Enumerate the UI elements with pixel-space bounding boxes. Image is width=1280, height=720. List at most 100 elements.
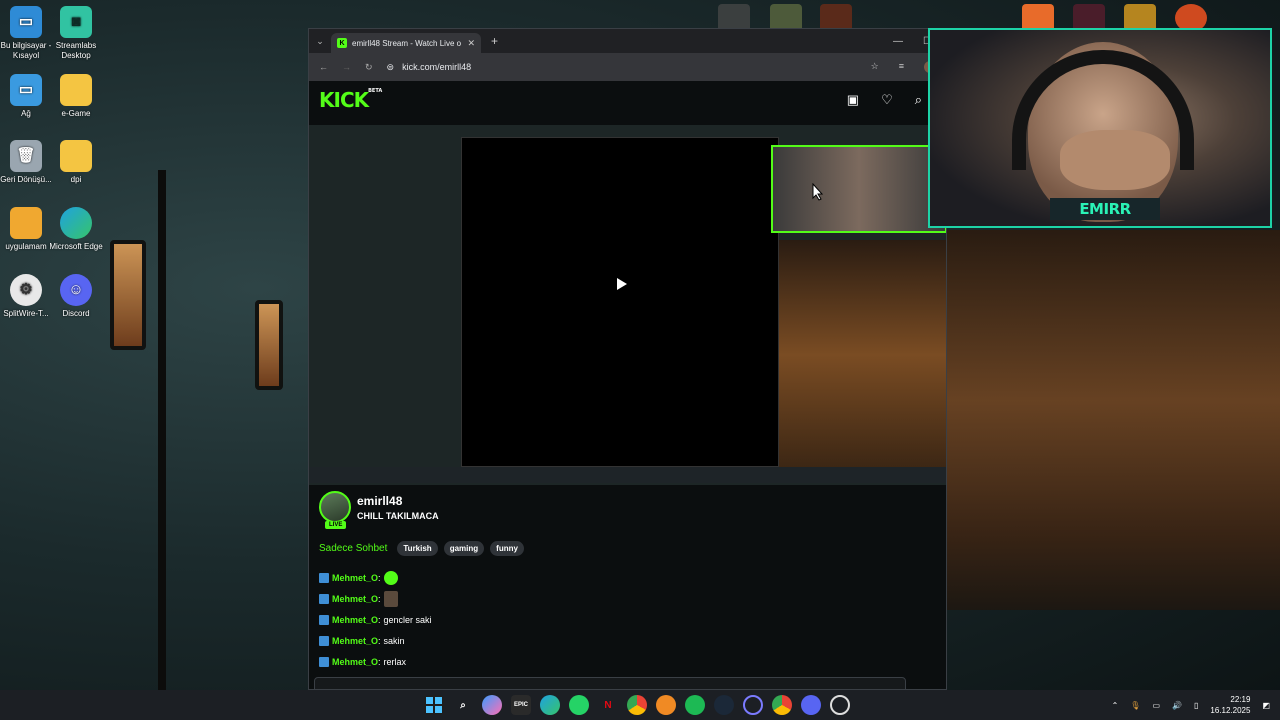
- minimize-icon[interactable]: —: [893, 36, 903, 47]
- subscriber-badge-icon: [319, 635, 329, 646]
- green-emote-icon: [383, 570, 398, 585]
- network-icon: ▭: [10, 74, 42, 106]
- face-emote-icon: [383, 590, 398, 607]
- chat-username[interactable]: Mehmet_O: [332, 594, 378, 604]
- close-tab-icon[interactable]: ✕: [467, 38, 475, 49]
- discord-icon[interactable]: [801, 695, 821, 715]
- clock[interactable]: 22:19 16.12.2025: [1210, 694, 1250, 716]
- recycle-bin-icon: 🗑: [10, 140, 42, 172]
- kick-header: KICKBETA ▣ ♡ ⌕: [309, 81, 946, 119]
- desktop-icon-streamlabs[interactable]: ◙ Streamlabs Desktop: [46, 6, 106, 61]
- stream-webcam-preview: [771, 145, 946, 233]
- category-link[interactable]: Sadece Sohbet: [319, 543, 387, 554]
- chat-message: Mehmet_O: sakin: [319, 630, 919, 651]
- folder-icon: [60, 74, 92, 106]
- chat-username[interactable]: Mehmet_O: [332, 573, 378, 583]
- new-tab-icon[interactable]: +: [491, 34, 498, 48]
- edge-icon: [60, 207, 92, 239]
- netflix-icon[interactable]: N: [598, 695, 618, 715]
- chat-username[interactable]: Mehmet_O: [332, 636, 378, 646]
- search-icon[interactable]: ⌕: [453, 695, 473, 715]
- battery-icon[interactable]: ▯: [1194, 701, 1198, 710]
- notification-icon[interactable]: ◩: [1262, 701, 1270, 710]
- forward-icon[interactable]: →: [342, 62, 351, 72]
- address-bar: ← → ↻ ⊜ kick.com/emirll48 ☆ ≡: [309, 53, 946, 81]
- chevron-up-icon[interactable]: ⌃: [1112, 701, 1119, 710]
- subscriber-badge-icon: [319, 593, 329, 604]
- epic-games-icon[interactable]: EPIC: [511, 695, 531, 715]
- subscriber-badge-icon: [319, 656, 329, 667]
- kick-logo[interactable]: KICKBETA: [319, 88, 382, 112]
- following-icon[interactable]: ▣: [847, 92, 859, 108]
- chat-username[interactable]: Mehmet_O: [332, 615, 378, 625]
- wallpaper-lamp: [110, 240, 146, 350]
- streamer-name[interactable]: emirll48: [357, 494, 439, 508]
- heart-icon[interactable]: ♡: [881, 92, 893, 108]
- chrome-icon[interactable]: [627, 695, 647, 715]
- chrome-active-icon[interactable]: [772, 695, 792, 715]
- edge-icon[interactable]: [540, 695, 560, 715]
- desktop-icon-e-game[interactable]: e-Game: [46, 74, 106, 119]
- browser-tab[interactable]: K emirll48 Stream - Watch Live o ✕: [331, 33, 481, 53]
- app-icon[interactable]: [656, 695, 676, 715]
- reading-list-icon[interactable]: ≡: [899, 61, 904, 73]
- chat-text: sakin: [383, 635, 405, 646]
- wallpaper-warm-light: [945, 230, 1280, 610]
- video-background: [779, 240, 946, 470]
- start-icon[interactable]: [424, 695, 444, 715]
- url-input[interactable]: kick.com/emirll48: [402, 62, 471, 72]
- kick-favicon-icon: K: [337, 38, 347, 48]
- chat-message: Mehmet_O:: [319, 588, 919, 609]
- tag-turkish[interactable]: Turkish: [397, 541, 438, 556]
- whatsapp-icon[interactable]: [569, 695, 589, 715]
- desktop-icon-edge[interactable]: Microsoft Edge: [46, 207, 106, 252]
- tag-gaming[interactable]: gaming: [443, 541, 485, 556]
- wallpaper-lamp: [255, 300, 283, 390]
- steam-icon[interactable]: [714, 695, 734, 715]
- taskbar: ⌕ EPIC N ⌃ 🎙 ▭ 🔊 ▯ 22:19 16.12.2025 ◩: [0, 690, 1280, 720]
- desktop-icon-discord[interactable]: ☺ Discord: [46, 274, 106, 319]
- subscriber-badge-icon: [319, 572, 329, 583]
- webcam-hand: [1060, 130, 1170, 190]
- chat-input[interactable]: [314, 677, 906, 689]
- search-icon[interactable]: ⌕: [915, 92, 922, 108]
- webcam-name-label: EMIRR: [1050, 198, 1160, 220]
- computer-icon: ▭: [10, 6, 42, 38]
- stream-captured-browser: [461, 137, 779, 467]
- spotify-icon[interactable]: [685, 695, 705, 715]
- game-launcher-icon[interactable]: [830, 695, 850, 715]
- webcam-overlay: EMIRR: [928, 28, 1272, 228]
- folder-icon: [10, 207, 42, 239]
- browser-window: ⌄ K emirll48 Stream - Watch Live o ✕ + —…: [308, 28, 947, 690]
- tag-funny[interactable]: funny: [490, 541, 524, 556]
- chat-message: Mehmet_O: rerlax: [319, 651, 919, 672]
- chat-text: gencler saki: [383, 614, 432, 625]
- network-icon[interactable]: ▭: [1152, 701, 1160, 710]
- site-info-icon[interactable]: ⊜: [387, 62, 395, 73]
- splitwire-icon: ⚙: [10, 274, 42, 306]
- stream-info: LIVE emirll48 CHILL TAKILMACA Sadece Soh…: [319, 491, 939, 556]
- stream-title: CHILL TAKILMACA: [357, 510, 439, 521]
- app-ring-icon[interactable]: [743, 695, 763, 715]
- streamer-avatar[interactable]: LIVE: [319, 491, 351, 529]
- chat-username[interactable]: Mehmet_O: [332, 657, 378, 667]
- play-icon[interactable]: [617, 278, 627, 290]
- chat-message: Mehmet_O: gencler saki: [319, 609, 919, 630]
- reload-icon[interactable]: ↻: [365, 62, 373, 73]
- bookmark-star-icon[interactable]: ☆: [871, 61, 879, 73]
- mouse-cursor-icon: [812, 183, 824, 201]
- copilot-icon[interactable]: [482, 695, 502, 715]
- subscriber-badge-icon: [319, 614, 329, 625]
- microphone-icon[interactable]: 🎙: [1130, 701, 1140, 710]
- chat-message: Mehmet_O:: [319, 567, 919, 588]
- back-icon[interactable]: ←: [319, 62, 328, 72]
- tab-bar: ⌄ K emirll48 Stream - Watch Live o ✕ + —…: [309, 29, 946, 53]
- live-badge: LIVE: [325, 521, 347, 529]
- chat-messages: Mehmet_O: Mehmet_O: Mehmet_O: gencler sa…: [319, 567, 919, 672]
- streamlabs-icon: ◙: [60, 6, 92, 38]
- stream-video-player[interactable]: [309, 125, 946, 485]
- tab-search-icon[interactable]: ⌄: [309, 29, 331, 53]
- wallpaper-lamp-pole: [158, 170, 166, 690]
- volume-icon[interactable]: 🔊: [1172, 701, 1182, 710]
- desktop-icon-dpi[interactable]: dpi: [46, 140, 106, 185]
